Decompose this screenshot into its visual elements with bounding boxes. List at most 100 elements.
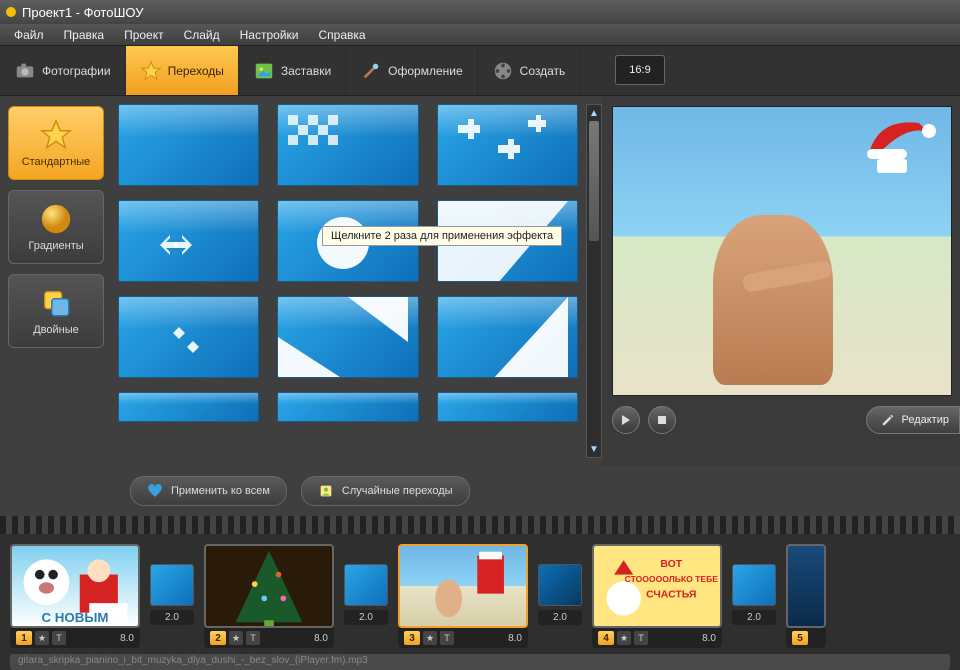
timeline-slide[interactable]: 5 bbox=[786, 544, 826, 648]
main-area: Стандартные Градиенты Двойные bbox=[0, 96, 960, 466]
transition-thumb[interactable] bbox=[437, 392, 578, 422]
menubar: Файл Правка Проект Слайд Настройки Справ… bbox=[0, 24, 960, 46]
apply-all-label: Применить ко всем bbox=[171, 485, 270, 497]
menu-settings[interactable]: Настройки bbox=[230, 25, 309, 45]
edit-slide-label: Редактир bbox=[901, 414, 949, 426]
edit-slide-button[interactable]: Редактир bbox=[866, 406, 960, 434]
transition-thumb[interactable] bbox=[277, 392, 418, 422]
tab-photos[interactable]: Фотографии bbox=[0, 46, 126, 95]
slides-row[interactable]: С НОВЫМ 1★T 8.0 2.0 2★T 8.0 2.0 bbox=[0, 534, 960, 648]
star-badge-icon[interactable]: ★ bbox=[423, 631, 437, 645]
tab-photos-label: Фотографии bbox=[42, 64, 111, 78]
timeline-transition[interactable]: 2.0 bbox=[732, 544, 776, 625]
picture-icon bbox=[253, 60, 275, 82]
transition-thumb[interactable] bbox=[277, 104, 418, 186]
slide-duration: 8.0 bbox=[314, 633, 328, 644]
menu-help[interactable]: Справка bbox=[308, 25, 375, 45]
transition-thumb[interactable] bbox=[118, 200, 259, 282]
transition-thumb[interactable] bbox=[437, 104, 578, 186]
app-icon bbox=[6, 7, 16, 17]
scrollbar[interactable]: ▲ ▼ bbox=[586, 104, 602, 458]
preview-panel: Редактир bbox=[602, 96, 960, 466]
transition-thumb-icon bbox=[538, 564, 582, 606]
apply-all-button[interactable]: Применить ко всем bbox=[130, 476, 287, 506]
timeline-slide[interactable]: 2★T 8.0 bbox=[204, 544, 334, 648]
category-gradients[interactable]: Градиенты bbox=[8, 190, 104, 264]
slide-thumb-art bbox=[400, 546, 526, 626]
category-standard[interactable]: Стандартные bbox=[8, 106, 104, 180]
timeline-transition[interactable]: 2.0 bbox=[150, 544, 194, 625]
transitions-panel: Стандартные Градиенты Двойные bbox=[0, 96, 602, 466]
camera-icon bbox=[14, 60, 36, 82]
scrollbar-thumb[interactable] bbox=[589, 121, 599, 241]
aspect-ratio-button[interactable]: 16:9 bbox=[615, 55, 665, 85]
tabbar: Фотографии Переходы Заставки Оформление … bbox=[0, 46, 960, 96]
text-badge-icon[interactable]: T bbox=[246, 631, 260, 645]
svg-text:СТОООООЛЬКО ТЕБЕ: СТОООООЛЬКО ТЕБЕ bbox=[625, 574, 719, 584]
slide-duration: 8.0 bbox=[508, 633, 522, 644]
tab-transitions[interactable]: Переходы bbox=[126, 46, 239, 95]
scroll-up-icon[interactable]: ▲ bbox=[587, 105, 601, 121]
menu-file[interactable]: Файл bbox=[4, 25, 54, 45]
transition-thumb[interactable] bbox=[118, 104, 259, 186]
category-standard-label: Стандартные bbox=[22, 156, 91, 168]
panel-buttons-row: Применить ко всем Случайные переходы bbox=[0, 466, 960, 516]
tab-design[interactable]: Оформление bbox=[346, 46, 477, 95]
timeline-slide[interactable]: ВОТСТОООООЛЬКО ТЕБЕСЧАСТЬЯ 4★T 8.0 bbox=[592, 544, 722, 648]
slide-number: 4 bbox=[598, 631, 614, 645]
category-double-label: Двойные bbox=[33, 324, 79, 336]
stop-button[interactable] bbox=[648, 406, 676, 434]
timeline-slide[interactable]: 3★T 8.0 bbox=[398, 544, 528, 648]
timeline-transition[interactable]: 2.0 bbox=[344, 544, 388, 625]
transition-thumb[interactable] bbox=[118, 296, 259, 378]
reel-icon bbox=[492, 60, 514, 82]
transition-thumb-icon bbox=[344, 564, 388, 606]
playback-controls bbox=[612, 406, 676, 434]
scroll-down-icon[interactable]: ▼ bbox=[587, 441, 601, 457]
slide-duration: 8.0 bbox=[702, 633, 716, 644]
slide-duration: 8.0 bbox=[120, 633, 134, 644]
timeline-slide[interactable]: С НОВЫМ 1★T 8.0 bbox=[10, 544, 140, 648]
menu-edit[interactable]: Правка bbox=[54, 25, 115, 45]
transition-thumb-icon bbox=[732, 564, 776, 606]
transition-thumb[interactable] bbox=[118, 392, 259, 422]
transition-thumb[interactable] bbox=[437, 296, 578, 378]
star-badge-icon[interactable]: ★ bbox=[617, 631, 631, 645]
menu-slide[interactable]: Слайд bbox=[174, 25, 230, 45]
preview-image bbox=[613, 107, 951, 395]
tab-splash[interactable]: Заставки bbox=[239, 46, 346, 95]
titlebar: Проект1 - ФотоШОУ bbox=[0, 0, 960, 24]
transition-duration: 2.0 bbox=[732, 610, 776, 625]
text-badge-icon[interactable]: T bbox=[52, 631, 66, 645]
slide-thumb-art: ВОТСТОООООЛЬКО ТЕБЕСЧАСТЬЯ bbox=[594, 546, 720, 626]
transition-thumb-icon bbox=[150, 564, 194, 606]
transition-duration: 2.0 bbox=[150, 610, 194, 625]
tab-create[interactable]: Создать bbox=[478, 46, 581, 95]
slide-number: 5 bbox=[792, 631, 808, 645]
transition-duration: 2.0 bbox=[538, 610, 582, 625]
transition-thumb[interactable] bbox=[277, 296, 418, 378]
star-badge-icon[interactable]: ★ bbox=[229, 631, 243, 645]
slide-number: 1 bbox=[16, 631, 32, 645]
slide-thumb-art bbox=[206, 546, 332, 626]
text-badge-icon[interactable]: T bbox=[634, 631, 648, 645]
audio-track[interactable]: gitara_skripka_pianino_i_bit_muzyka_dlya… bbox=[10, 654, 950, 670]
window-title: Проект1 - ФотоШОУ bbox=[22, 5, 143, 20]
slide-thumb-art: С НОВЫМ bbox=[12, 546, 138, 626]
tab-splash-label: Заставки bbox=[281, 64, 331, 78]
svg-text:СЧАСТЬЯ: СЧАСТЬЯ bbox=[646, 589, 696, 600]
timeline-transition[interactable]: 2.0 bbox=[538, 544, 582, 625]
transition-duration: 2.0 bbox=[344, 610, 388, 625]
menu-project[interactable]: Проект bbox=[114, 25, 174, 45]
sphere-icon bbox=[39, 202, 73, 236]
svg-text:С НОВЫМ: С НОВЫМ bbox=[41, 610, 108, 625]
star-badge-icon[interactable]: ★ bbox=[35, 631, 49, 645]
text-badge-icon[interactable]: T bbox=[440, 631, 454, 645]
category-gradients-label: Градиенты bbox=[28, 240, 83, 252]
random-transitions-button[interactable]: Случайные переходы bbox=[301, 476, 470, 506]
category-double[interactable]: Двойные bbox=[8, 274, 104, 348]
play-button[interactable] bbox=[612, 406, 640, 434]
pencil-icon bbox=[881, 413, 895, 427]
transition-grid-wrap: Щелкните 2 раза для применения эффекта ▲… bbox=[112, 96, 602, 466]
preview-person bbox=[713, 215, 833, 385]
